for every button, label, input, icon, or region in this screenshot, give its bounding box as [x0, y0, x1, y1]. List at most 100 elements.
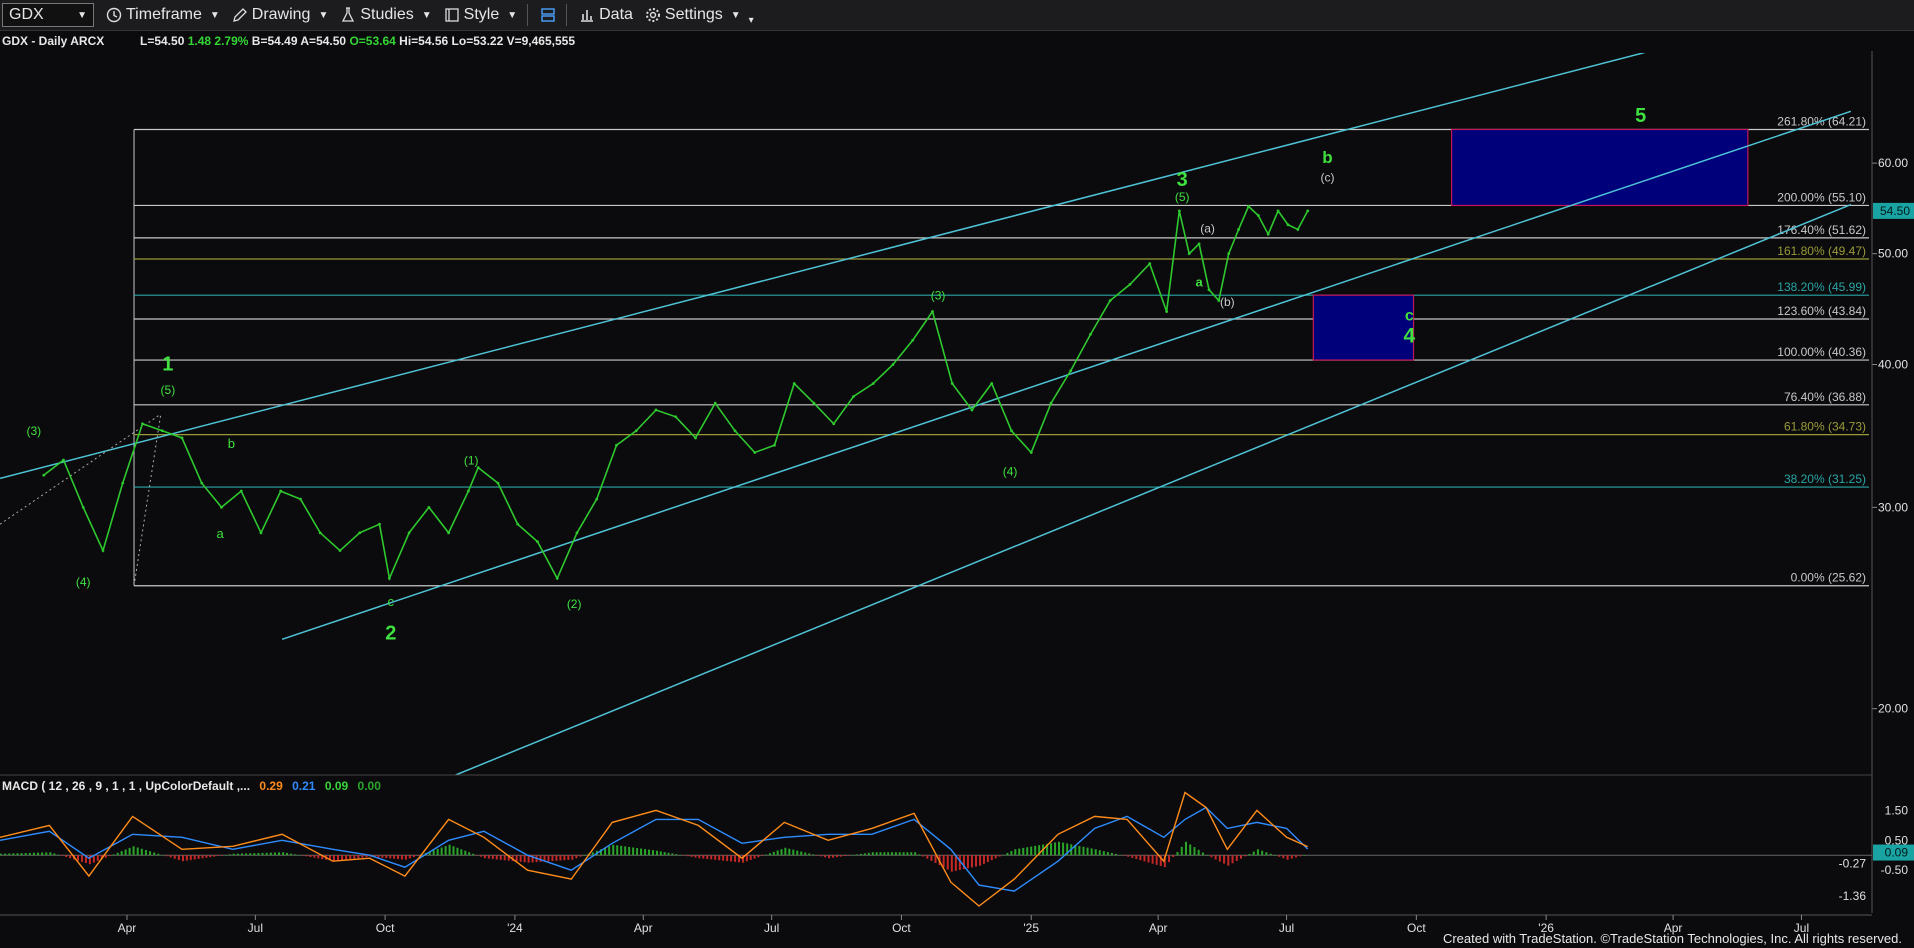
gear-icon	[645, 7, 661, 23]
macd-histogram-bar	[213, 855, 216, 857]
macd-histogram-bar	[341, 855, 344, 861]
macd-histogram-bar	[1123, 855, 1126, 856]
timeframe-button[interactable]: Timeframe ▼	[106, 6, 220, 24]
macd-histogram-bar	[416, 855, 419, 856]
macd-histogram-bar	[265, 852, 268, 856]
macd-histogram-bar	[77, 855, 80, 861]
settings-button[interactable]: Settings ▼ ▾	[645, 5, 754, 26]
macd-histogram-bar	[309, 855, 312, 858]
macd-histogram-bar	[863, 853, 866, 856]
macd-histogram-bar	[1278, 855, 1281, 857]
macd-histogram-bar	[784, 847, 787, 856]
toolbar: GDX ▼ Timeframe ▼ Drawing ▼ Studies ▼ St…	[0, 0, 1914, 31]
studies-button[interactable]: Studies ▼	[340, 6, 432, 24]
macd-histogram-bar	[440, 847, 443, 856]
macd-histogram-bar	[608, 846, 611, 856]
price-point	[180, 436, 184, 440]
macd-histogram-bar	[722, 855, 725, 861]
macd-histogram-bar	[966, 855, 969, 869]
wave-label: c	[1405, 308, 1414, 325]
macd-histogram-bar	[745, 855, 748, 862]
price-point	[536, 540, 539, 544]
price-point	[1197, 242, 1201, 246]
macd-histogram-bar	[245, 853, 248, 856]
macd-histogram-bar	[898, 852, 901, 856]
macd-histogram-bar	[1030, 846, 1033, 856]
macd-histogram-bar	[1058, 841, 1061, 856]
price-point	[299, 497, 302, 501]
macd-histogram-bar	[112, 854, 115, 856]
target-box	[1451, 128, 1749, 207]
price-point	[62, 458, 65, 462]
price-point	[516, 522, 520, 526]
macd-histogram-bar	[120, 851, 123, 856]
wave-label: 4	[1403, 325, 1415, 348]
price-point	[733, 429, 737, 433]
macd-histogram-bar	[808, 853, 811, 856]
macd-histogram-bar	[278, 852, 281, 856]
toolbar-divider	[527, 4, 529, 26]
macd-histogram-bar	[559, 855, 562, 861]
x-tick-label: Apr	[634, 921, 653, 935]
fib-level-label: 38.20% (31.25)	[1784, 472, 1866, 486]
macd-histogram-bar	[620, 845, 623, 856]
wave-label: a	[216, 526, 224, 541]
price-point	[812, 401, 816, 405]
price-point	[654, 408, 658, 412]
macd-histogram-bar	[297, 854, 300, 856]
settings-label: Settings	[664, 6, 723, 23]
macd-histogram-bar	[1223, 855, 1226, 864]
macd-histogram-bar	[1139, 855, 1142, 861]
layout-button[interactable]	[540, 7, 556, 23]
style-button[interactable]: Style ▼	[444, 6, 517, 24]
macd-histogram-bar	[124, 849, 127, 856]
price-point	[101, 549, 105, 552]
macd-histogram-bar	[116, 852, 119, 856]
price-point	[466, 489, 470, 493]
symbol-input[interactable]: GDX ▼	[2, 3, 94, 27]
macd-histogram-bar	[1218, 855, 1221, 862]
volume-text: V=9,465,555	[507, 34, 576, 48]
price-point	[1187, 252, 1191, 256]
wave-label: (4)	[1003, 464, 1018, 478]
macd-histogram-bar	[1010, 851, 1013, 856]
price-point	[1237, 228, 1240, 231]
drawing-button[interactable]: Drawing ▼	[232, 6, 329, 24]
macd-histogram-bar	[273, 852, 276, 856]
price-line	[43, 205, 1309, 582]
x-tick-label: Oct	[892, 921, 911, 935]
macd-histogram-bar	[1210, 855, 1213, 858]
macd-histogram-bar	[547, 855, 550, 862]
price-pane: 20.0030.0040.0050.0060.00261.80% (64.21)…	[0, 51, 1914, 913]
macd-value-0: 0.29	[259, 779, 283, 793]
macd-histogram-bar	[840, 855, 843, 857]
price-point	[713, 401, 717, 405]
macd-histogram-bar	[926, 855, 929, 859]
data-button[interactable]: Data	[579, 6, 633, 24]
macd-histogram-bar	[57, 854, 60, 856]
price-point	[694, 436, 697, 440]
chevron-down-icon[interactable]: ▼	[77, 10, 87, 21]
bid-text: B=54.49	[252, 34, 298, 48]
macd-histogram-bar	[832, 855, 835, 858]
macd-histogram-bar	[1180, 846, 1183, 856]
macd-histogram-bar	[843, 855, 846, 857]
x-tick-label: '24	[507, 921, 523, 935]
macd-histogram-bar	[436, 848, 439, 856]
price-point	[1247, 204, 1250, 208]
macd-histogram-bar	[571, 855, 574, 860]
price-point	[931, 310, 934, 313]
macd-histogram-bar	[891, 852, 894, 856]
macd-histogram-bar	[499, 855, 502, 860]
macd-histogram-bar	[702, 855, 705, 859]
macd-histogram-bar	[855, 854, 858, 856]
chevron-down-icon: ▼	[318, 9, 329, 21]
macd-histogram-bar	[1114, 853, 1117, 856]
macd-histogram-bar	[389, 855, 392, 859]
macd-histogram-bar	[883, 852, 886, 856]
macd-histogram-bar	[1193, 847, 1196, 856]
price-point	[338, 549, 342, 552]
style-icon	[444, 7, 460, 23]
macd-histogram-bar	[749, 855, 752, 860]
macd-label: MACD ( 12 , 26 , 9 , 1 , 1 , UpColorDefa…	[2, 779, 250, 793]
